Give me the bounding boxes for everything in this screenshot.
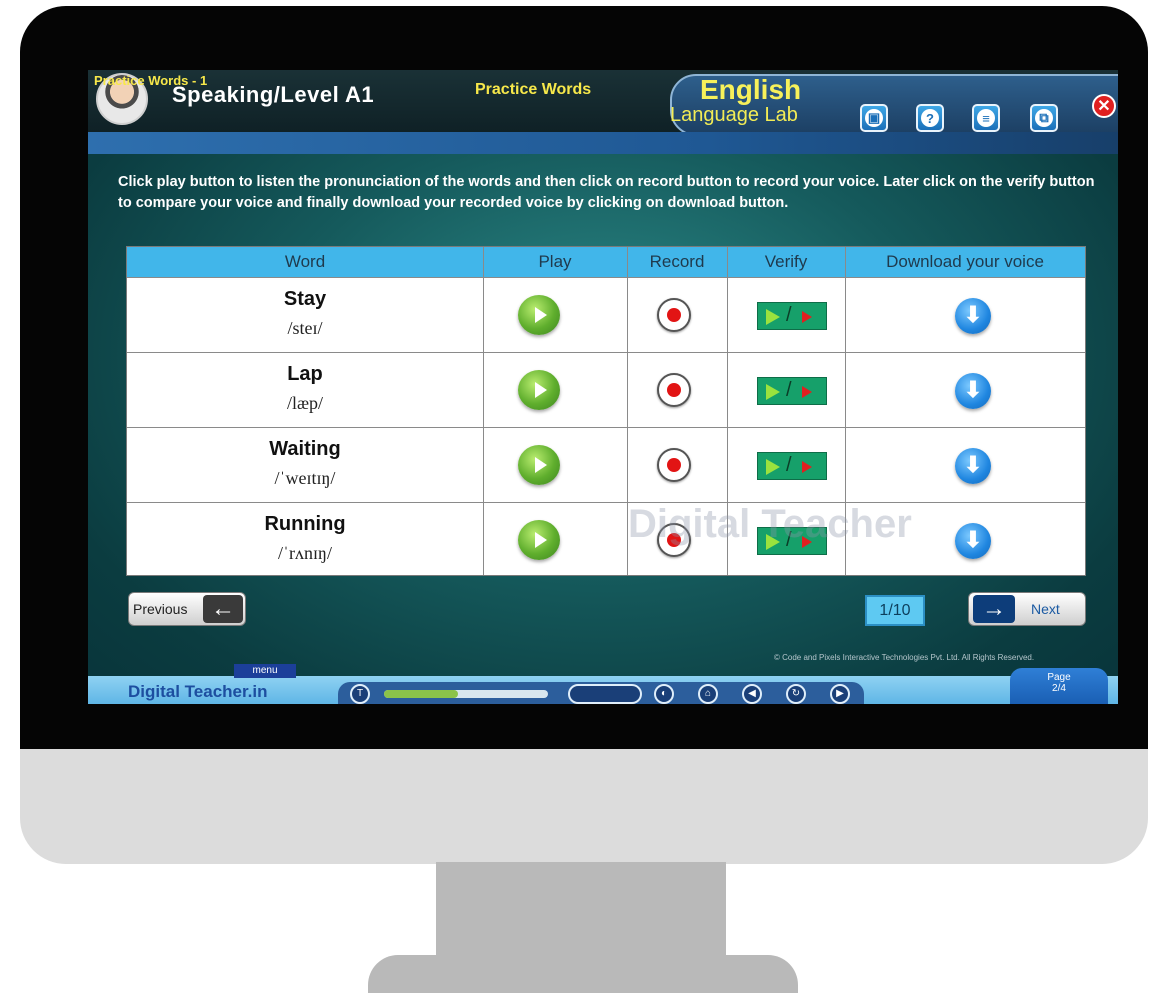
previous-button[interactable]: Previous ← (128, 592, 246, 626)
play-pause-control[interactable] (568, 684, 642, 704)
next-label: Next (1031, 601, 1060, 617)
close-icon: ✕ (1097, 98, 1111, 115)
volume-button[interactable]: T (350, 684, 370, 704)
toolbox-icon: ▣ (865, 109, 883, 127)
monitor-stand-neck (436, 862, 726, 962)
previous-label: Previous (133, 601, 188, 617)
instructions-text: Click play button to listen the pronunci… (118, 174, 1095, 211)
record-button[interactable] (657, 298, 691, 332)
arrow-right-icon: → (973, 595, 1015, 623)
page-counter-label: Page (1047, 672, 1071, 683)
home-icon[interactable]: ⌂ (698, 684, 718, 704)
word-text: Lap (287, 363, 323, 385)
help-icon: ? (921, 109, 939, 127)
rewind-icon[interactable]: ◀ (742, 684, 762, 704)
verify-button[interactable]: / (757, 377, 827, 405)
table-row: Stay /steɪ/ / ⬇ (127, 277, 1085, 352)
download-button[interactable]: ⬇ (955, 373, 991, 409)
column-divider (483, 247, 484, 575)
monitor-frame: Speaking/Level A1 Practice Words English… (20, 6, 1148, 864)
audio-progress-slider[interactable] (384, 690, 548, 698)
word-text: Stay (283, 288, 327, 310)
close-button[interactable]: ✕ (1092, 94, 1116, 118)
play-button[interactable] (518, 295, 560, 335)
table-header: Word Play Record Verify Download your vo… (127, 247, 1085, 277)
digital-teacher-logo: Digital Teacher.in (128, 682, 268, 701)
word-text: Running (264, 513, 346, 535)
monitor-stand-base (368, 955, 798, 993)
ipa-text: /steɪ/ (287, 318, 323, 338)
watermark-logo: Digital Teacher (628, 502, 912, 546)
ipa-text: /læp/ (286, 393, 323, 413)
column-header-play: Play (538, 252, 572, 271)
notes-icon: ≡ (977, 109, 995, 127)
verify-button[interactable]: / (757, 302, 827, 330)
page-counter-value: 2/4 (1052, 683, 1066, 694)
download-button[interactable]: ⬇ (955, 448, 991, 484)
page-counter: Page 2/4 (1010, 668, 1108, 704)
table-row: Lap /læp/ / ⬇ (127, 352, 1085, 427)
audio-progress-fill (384, 690, 458, 698)
ipa-text: /ˈweɪtɪŋ/ (274, 468, 336, 488)
replay-icon[interactable]: ↻ (786, 684, 806, 704)
column-header-verify: Verify (764, 252, 808, 271)
record-button[interactable] (657, 448, 691, 482)
brand-subtitle: Language Lab (670, 104, 798, 126)
arrow-left-icon: ← (203, 595, 243, 623)
practice-words-table: Word Play Record Verify Download your vo… (126, 246, 1086, 576)
table-row: Running /ˈrʌnɪŋ/ / ⬇ (127, 502, 1085, 577)
tools-button[interactable]: ▣ (860, 104, 888, 132)
record-button[interactable] (657, 373, 691, 407)
verify-button[interactable]: / (757, 452, 827, 480)
brand-title: English (700, 74, 802, 105)
window-icon: ⧉ (1035, 109, 1053, 127)
column-header-record: Record (649, 252, 705, 271)
download-button[interactable]: ⬇ (955, 298, 991, 334)
speaker-icon[interactable]: ◐ (654, 684, 674, 704)
help-button[interactable]: ? (916, 104, 944, 132)
play-button[interactable] (518, 445, 560, 485)
notes-button[interactable]: ≡ (972, 104, 1000, 132)
window-button[interactable]: ⧉ (1030, 104, 1058, 132)
play-button[interactable] (518, 370, 560, 410)
menu-button[interactable]: menu (234, 664, 296, 678)
page-indicator: 1/10 (865, 595, 925, 626)
download-button[interactable]: ⬇ (955, 523, 991, 559)
word-text: Waiting (269, 438, 341, 460)
subheader-title: Practice Words - 1 (94, 73, 208, 88)
table-row: Waiting /ˈweɪtɪŋ/ / ⬇ (127, 427, 1085, 502)
ipa-text: /ˈrʌnɪŋ/ (278, 543, 332, 563)
app-screen: Speaking/Level A1 Practice Words English… (88, 70, 1118, 704)
play-button[interactable] (518, 520, 560, 560)
column-header-download: Download your voice (886, 252, 1044, 271)
column-header-word: Word (284, 252, 326, 271)
forward-icon[interactable]: ▶ (830, 684, 850, 704)
section-label: Practice Words (475, 81, 592, 98)
subheader-bar (88, 132, 1118, 154)
copyright-text: © Code and Pixels Interactive Technologi… (774, 653, 1035, 662)
next-button[interactable]: → Next (968, 592, 1086, 626)
